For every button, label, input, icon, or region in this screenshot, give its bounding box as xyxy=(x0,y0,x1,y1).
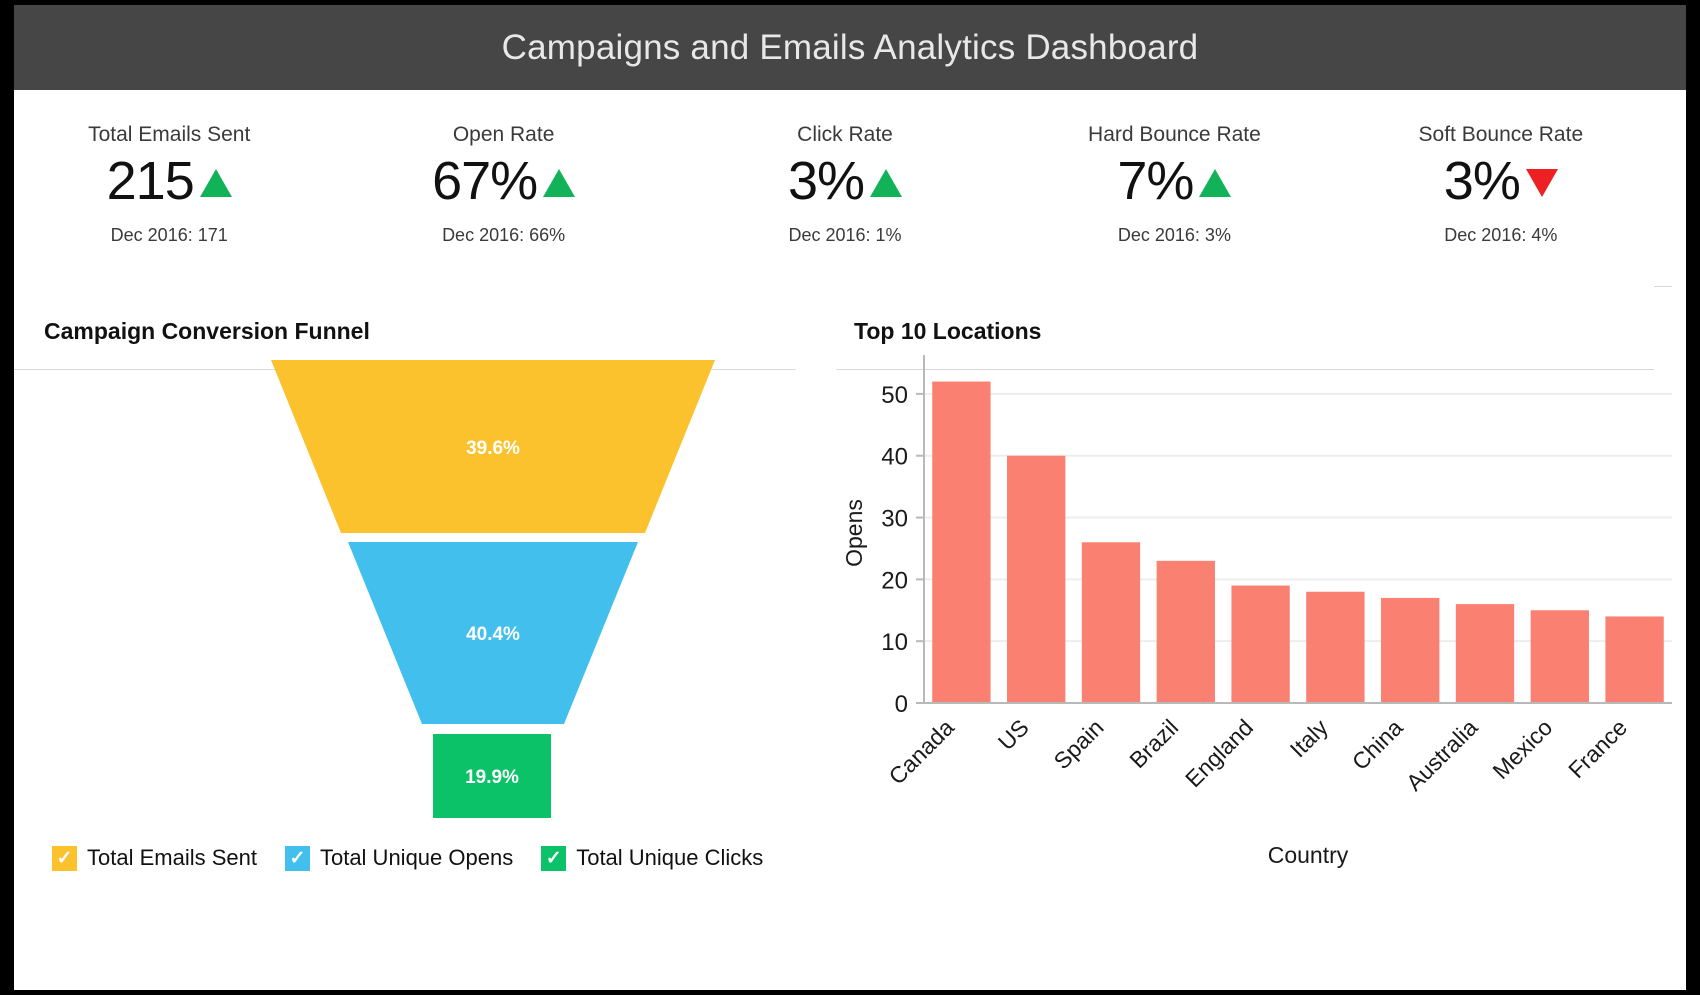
trend-up-icon xyxy=(199,169,232,197)
funnel-segment-3-label: 19.9% xyxy=(465,767,519,788)
kpi-previous-value: Dec 2016: 4% xyxy=(1444,225,1558,245)
trend-up-icon xyxy=(1199,169,1232,197)
legend-item-total-unique-opens[interactable]: ✓ Total Unique Opens xyxy=(284,845,514,871)
kpi-value-row: 3% xyxy=(678,150,1012,212)
kpi-row: Total Emails Sent 215 Dec 2016: 171 Open… xyxy=(14,90,1686,290)
locations-panel-header: Top 10 Locations xyxy=(836,290,1686,345)
kpi-value: 3% xyxy=(1443,151,1521,211)
kpi-value-row: 7% xyxy=(1007,150,1341,212)
y-axis-tick-label: 30 xyxy=(881,506,908,533)
top-locations-panel: Top 10 Locations 0 10 20 30 40 50 Canada US Spa… xyxy=(836,286,1686,990)
dashboard-header: Campaigns and Emails Analytics Dashboard xyxy=(14,5,1686,90)
funnel-segment-1-label: 39.6% xyxy=(466,438,520,459)
campaign-conversion-funnel-panel: Campaign Conversion Funnel 39.6% 40.4% 1… xyxy=(14,290,836,990)
kpi-value: 67% xyxy=(432,151,538,211)
kpi-label: Total Emails Sent xyxy=(88,123,251,146)
x-axis-category-label: Australia xyxy=(1401,714,1483,796)
checkmark-icon[interactable]: ✓ xyxy=(52,845,77,871)
bar[interactable] xyxy=(1231,585,1290,703)
bar-chart-x-axis-labels: Canada US Spain BrazilEngland Italy ChinaAust… xyxy=(884,714,1633,796)
x-axis-category-label: US xyxy=(993,714,1034,755)
bar-chart-y-axis-ticks: 0 10 20 30 40 50 xyxy=(881,382,924,718)
y-axis-tick-label: 0 xyxy=(895,691,908,718)
kpi-card-hard-bounce-rate[interactable]: Hard Bounce Rate 7% Dec 2016: 3% xyxy=(1007,90,1341,290)
bar[interactable] xyxy=(1156,560,1215,703)
legend-item-total-unique-clicks[interactable]: ✓ Total Unique Clicks xyxy=(541,845,763,871)
bar-chart-svg: 0 10 20 30 40 50 Canada US Spain BrazilEngland It… xyxy=(841,355,1672,868)
bar[interactable] xyxy=(1605,616,1664,703)
kpi-value: 3% xyxy=(787,151,865,211)
panels-row: Campaign Conversion Funnel 39.6% 40.4% 1… xyxy=(14,286,1686,990)
funnel-panel-title: Campaign Conversion Funnel xyxy=(44,318,370,344)
funnel-panel-header: Campaign Conversion Funnel xyxy=(14,290,836,345)
bar[interactable] xyxy=(1530,610,1589,703)
kpi-label: Soft Bounce Rate xyxy=(1418,123,1584,146)
bar[interactable] xyxy=(932,381,991,703)
panel-corner-tick xyxy=(1654,286,1672,287)
kpi-value-row: 67% xyxy=(336,150,670,212)
funnel-svg: 39.6% 40.4% 19.9% xyxy=(271,360,715,818)
funnel-legend: ✓ Total Emails Sent ✓ Total Unique Opens… xyxy=(52,845,763,871)
trend-down-icon xyxy=(1525,169,1558,197)
kpi-value-row: 215 xyxy=(14,150,336,212)
x-axis-title: Country xyxy=(1268,842,1349,868)
kpi-card-total-emails-sent[interactable]: Total Emails Sent 215 Dec 2016: 171 xyxy=(14,90,336,290)
kpi-label: Hard Bounce Rate xyxy=(1088,123,1261,146)
funnel-segment-2-label: 40.4% xyxy=(466,624,520,645)
dashboard-root: Campaigns and Emails Analytics Dashboard… xyxy=(14,5,1686,990)
legend-label: Total Emails Sent xyxy=(87,845,257,870)
kpi-value: 215 xyxy=(106,151,195,211)
dashboard-title: Campaigns and Emails Analytics Dashboard xyxy=(501,27,1199,67)
y-axis-tick-label: 40 xyxy=(881,444,908,471)
kpi-previous-value: Dec 2016: 3% xyxy=(1117,225,1231,245)
kpi-label: Click Rate xyxy=(797,123,893,146)
x-axis-category-label: Spain xyxy=(1049,714,1109,774)
kpi-previous-value: Dec 2016: 171 xyxy=(110,225,228,245)
bar[interactable] xyxy=(1306,591,1365,703)
legend-label: Total Unique Clicks xyxy=(576,845,764,870)
kpi-previous-value: Dec 2016: 1% xyxy=(788,225,902,245)
y-axis-tick-label: 20 xyxy=(881,567,908,594)
x-axis-category-label: Brazil xyxy=(1124,714,1183,773)
kpi-label: Open Rate xyxy=(452,123,555,146)
x-axis-category-label: Mexico xyxy=(1487,714,1557,784)
kpi-card-click-rate[interactable]: Click Rate 3% Dec 2016: 1% xyxy=(678,90,1012,290)
trend-up-icon xyxy=(543,169,576,197)
legend-label: Total Unique Opens xyxy=(319,845,514,870)
trend-up-icon xyxy=(870,169,903,197)
kpi-card-open-rate[interactable]: Open Rate 67% Dec 2016: 66% xyxy=(336,90,670,290)
checkmark-icon[interactable]: ✓ xyxy=(541,845,567,871)
bar[interactable] xyxy=(1007,455,1066,703)
x-axis-category-label: England xyxy=(1180,714,1258,792)
x-axis-category-label: China xyxy=(1347,714,1408,775)
legend-item-total-emails-sent[interactable]: ✓ Total Emails Sent xyxy=(52,845,257,871)
x-axis-category-label: France xyxy=(1563,714,1632,783)
bar[interactable] xyxy=(1455,604,1515,703)
x-axis-category-label: Italy xyxy=(1285,714,1334,763)
kpi-value: 7% xyxy=(1117,151,1194,211)
top-locations-bar-chart[interactable]: 0 10 20 30 40 50 Canada US Spain Brazil England It… xyxy=(836,345,1686,965)
y-axis-tick-label: 50 xyxy=(881,382,908,409)
kpi-card-soft-bounce-rate[interactable]: Soft Bounce Rate 3% Dec 2016: 4% xyxy=(1334,90,1668,290)
locations-panel-title: Top 10 Locations xyxy=(854,318,1042,344)
x-axis-category-label: Canada xyxy=(884,714,960,790)
y-axis-tick-label: 10 xyxy=(881,629,908,656)
bar-chart-bars xyxy=(932,381,1664,703)
checkmark-icon[interactable]: ✓ xyxy=(284,845,310,871)
y-axis-title: Opens xyxy=(841,499,867,567)
bar[interactable] xyxy=(1081,542,1141,703)
kpi-value-row: 3% xyxy=(1334,150,1668,212)
bar[interactable] xyxy=(1381,597,1440,703)
kpi-previous-value: Dec 2016: 66% xyxy=(442,225,566,245)
funnel-chart[interactable]: 39.6% 40.4% 19.9% xyxy=(14,350,836,840)
